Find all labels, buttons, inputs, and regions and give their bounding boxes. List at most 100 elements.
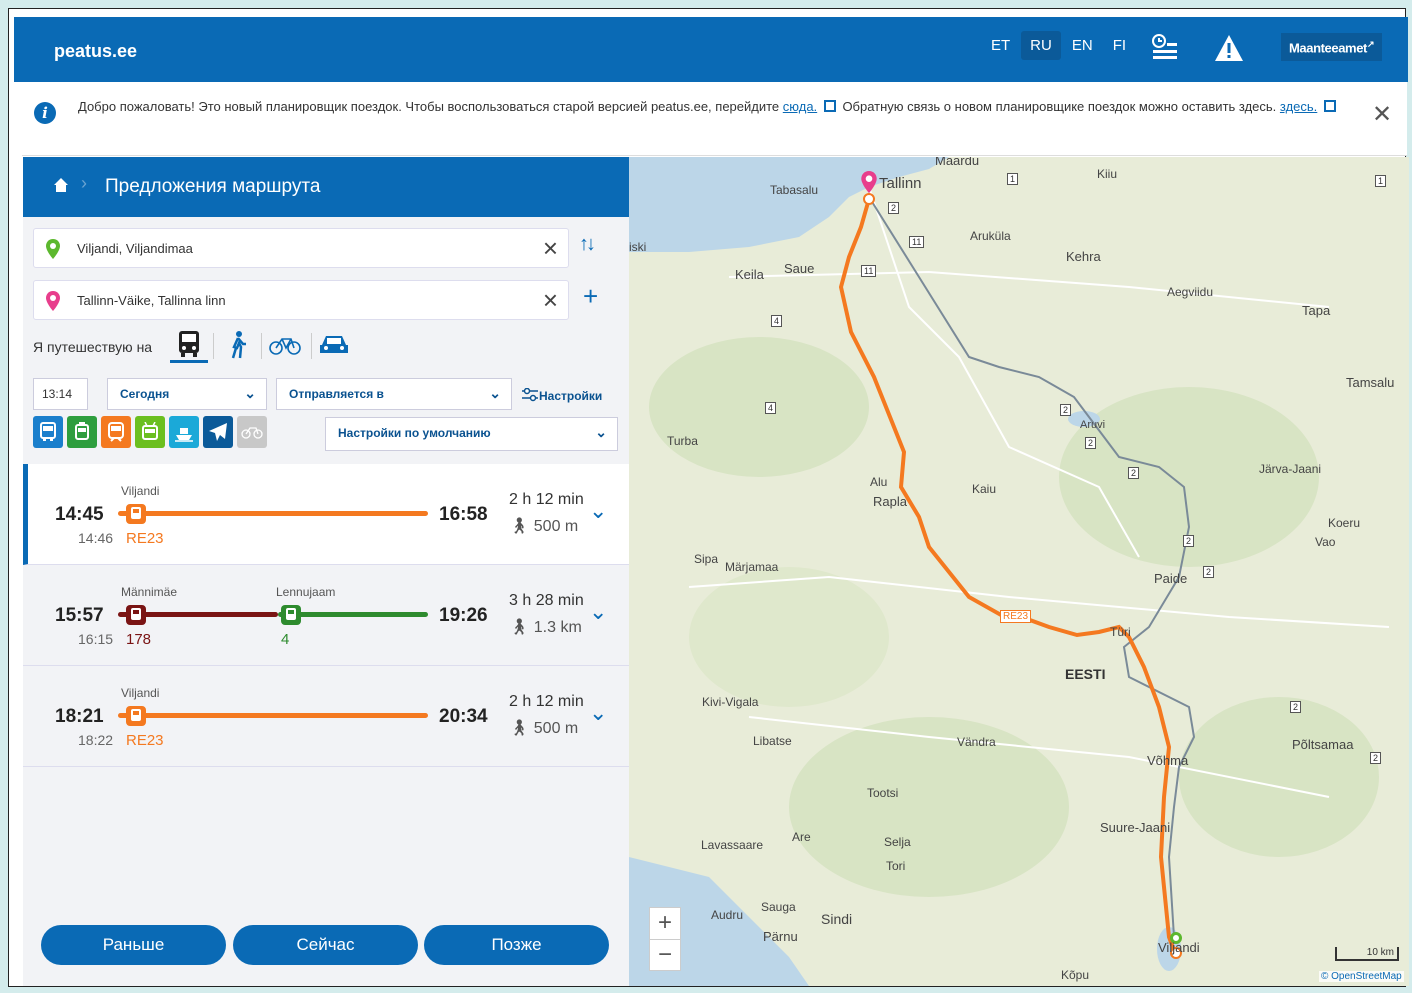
map-label: Viljandi <box>1158 940 1200 955</box>
road-number: 11 <box>909 236 925 248</box>
line-number: 178 <box>126 631 152 648</box>
bus-filter-icon[interactable] <box>33 416 63 448</box>
external-link-icon <box>1323 100 1336 112</box>
destination-field[interactable]: Tallinn-Väike, Tallinna linn × <box>33 280 569 320</box>
leg-bar <box>118 713 428 718</box>
feedback-link[interactable]: здесь. <box>1280 99 1317 114</box>
train-icon <box>126 706 146 726</box>
chevron-down-icon: ⌄ <box>595 424 607 440</box>
notice-text: Добро пожаловать! Это новый планировщик … <box>78 96 1368 118</box>
map-label: Selja <box>884 835 911 849</box>
map-label: Kivi-Vigala <box>702 695 759 709</box>
day-select[interactable]: Сегодня ⌄ <box>107 378 267 410</box>
map-attribution[interactable]: © OpenStreetMap <box>1319 971 1404 982</box>
welcome-notice: i Добро пожаловать! Это новый планировщи… <box>22 82 1407 156</box>
departure-mode-select[interactable]: Отправляется в ⌄ <box>276 378 512 410</box>
map-label: Kaiu <box>972 482 997 496</box>
preset-select[interactable]: Настройки по умолчанию ⌄ <box>325 417 618 451</box>
ferry-filter-icon[interactable] <box>169 416 199 448</box>
lang-en[interactable]: EN <box>1063 31 1102 60</box>
map-label: Lavassaare <box>701 838 764 852</box>
map-label: Sindi <box>821 911 853 927</box>
map-label: Türi <box>1110 625 1131 639</box>
maanteeamet-link[interactable]: Maanteeamet↗ <box>1281 33 1383 62</box>
clear-destination-icon[interactable]: × <box>543 285 558 316</box>
map-label: Järva-Jaani <box>1259 462 1322 476</box>
earlier-button[interactable]: Раньше <box>41 925 226 965</box>
road-number: 2 <box>1290 701 1302 713</box>
original-time: 16:15 <box>78 631 114 647</box>
citybike-filter-icon[interactable] <box>237 416 267 448</box>
map-label: Tori <box>886 859 906 873</box>
mode-bike-icon[interactable] <box>266 327 304 363</box>
route-item[interactable]: Viljandi 14:45 14:46 RE23 16:58 2 h 12 m… <box>23 464 629 565</box>
sliders-icon <box>521 387 539 402</box>
lang-et[interactable]: ET <box>982 31 1019 60</box>
panel-header: › Предложения маршрута <box>23 157 629 217</box>
departure-time: 15:57 <box>55 605 104 626</box>
original-time: 14:46 <box>78 530 114 546</box>
swap-icon[interactable]: ↑↓ <box>579 233 596 256</box>
timetable-icon[interactable] <box>1150 33 1180 68</box>
lang-fi[interactable]: FI <box>1104 31 1135 60</box>
map-label: Võhma <box>1147 753 1189 768</box>
map-label: Tootsi <box>867 786 899 800</box>
line-number: RE23 <box>126 530 164 547</box>
road-number: 11 <box>861 265 877 277</box>
map-label: Suure-Jaani <box>1100 820 1171 835</box>
transfer-stop: Lennujaam <box>276 585 336 599</box>
trolleybus-filter-icon[interactable] <box>135 416 165 448</box>
map-label: Alu <box>870 475 888 489</box>
zoom-control: + − <box>649 907 681 971</box>
map-label: Keila <box>735 267 764 282</box>
map-label: Koeru <box>1328 516 1361 530</box>
settings-link[interactable]: Настройки <box>521 386 602 403</box>
warning-icon[interactable] <box>1213 33 1245 68</box>
route-item[interactable]: Viljandi 18:21 18:22 RE23 20:34 2 h 12 m… <box>23 666 629 767</box>
map-label: Rapla <box>873 494 907 509</box>
scale-bar: 10 km <box>1335 947 1399 961</box>
home-icon[interactable] <box>53 177 69 198</box>
board-stop: Viljandi <box>121 686 160 700</box>
walk-icon: 🚶︎ <box>509 518 530 535</box>
map[interactable]: RE23 Maardu Tabasalu Tallinn Kiiu Arukül… <box>629 157 1409 986</box>
origin-field[interactable]: Viljandi, Viljandimaa × <box>33 228 569 268</box>
tram-filter-icon[interactable] <box>67 416 97 448</box>
chevron-down-icon: ⌄ <box>489 385 501 401</box>
road-number: 2 <box>1183 535 1195 547</box>
map-label: Aruvi <box>1080 419 1106 431</box>
train-filter-icon[interactable] <box>101 416 131 448</box>
train-icon <box>126 504 146 524</box>
train-icon <box>126 605 146 625</box>
route-item[interactable]: Männimäe Lennujaam 15:57 16:15 178 4 19:… <box>23 565 629 666</box>
mode-separator <box>261 333 262 359</box>
road-number: 2 <box>1060 404 1072 416</box>
zoom-in-button[interactable]: + <box>650 908 680 940</box>
airplane-filter-icon[interactable] <box>203 416 233 448</box>
chevron-down-icon[interactable]: ⌄ <box>589 599 607 625</box>
mode-car-icon[interactable] <box>315 327 353 363</box>
line-number: RE23 <box>126 732 164 749</box>
chevron-down-icon[interactable]: ⌄ <box>589 700 607 726</box>
close-icon[interactable]: ✕ <box>1372 100 1392 129</box>
logo[interactable]: peatus.ee <box>54 41 137 62</box>
later-button[interactable]: Позже <box>424 925 609 965</box>
top-bar: peatus.ee ET RU EN FI Maanteeamet↗ <box>14 17 1408 82</box>
mode-bus-icon[interactable] <box>170 327 208 363</box>
walk-distance: 🚶︎ 500 m <box>509 720 579 737</box>
zoom-out-button[interactable]: − <box>650 940 680 972</box>
duration: 3 h 28 min <box>509 592 584 609</box>
line-number: 4 <box>281 631 290 648</box>
leg-bar <box>118 511 428 516</box>
now-button[interactable]: Сейчас <box>233 925 418 965</box>
route-list: Viljandi 14:45 14:46 RE23 16:58 2 h 12 m… <box>23 464 629 767</box>
clear-origin-icon[interactable]: × <box>543 233 558 264</box>
time-input[interactable]: 13:14 <box>33 378 88 410</box>
mode-walk-icon[interactable] <box>219 327 257 363</box>
map-label: Vao <box>1315 535 1336 549</box>
chevron-down-icon[interactable]: ⌄ <box>589 498 607 524</box>
map-label: Are <box>792 830 811 844</box>
add-via-icon[interactable]: + <box>583 281 598 312</box>
lang-ru[interactable]: RU <box>1021 31 1061 60</box>
old-version-link[interactable]: сюда. <box>783 99 817 114</box>
